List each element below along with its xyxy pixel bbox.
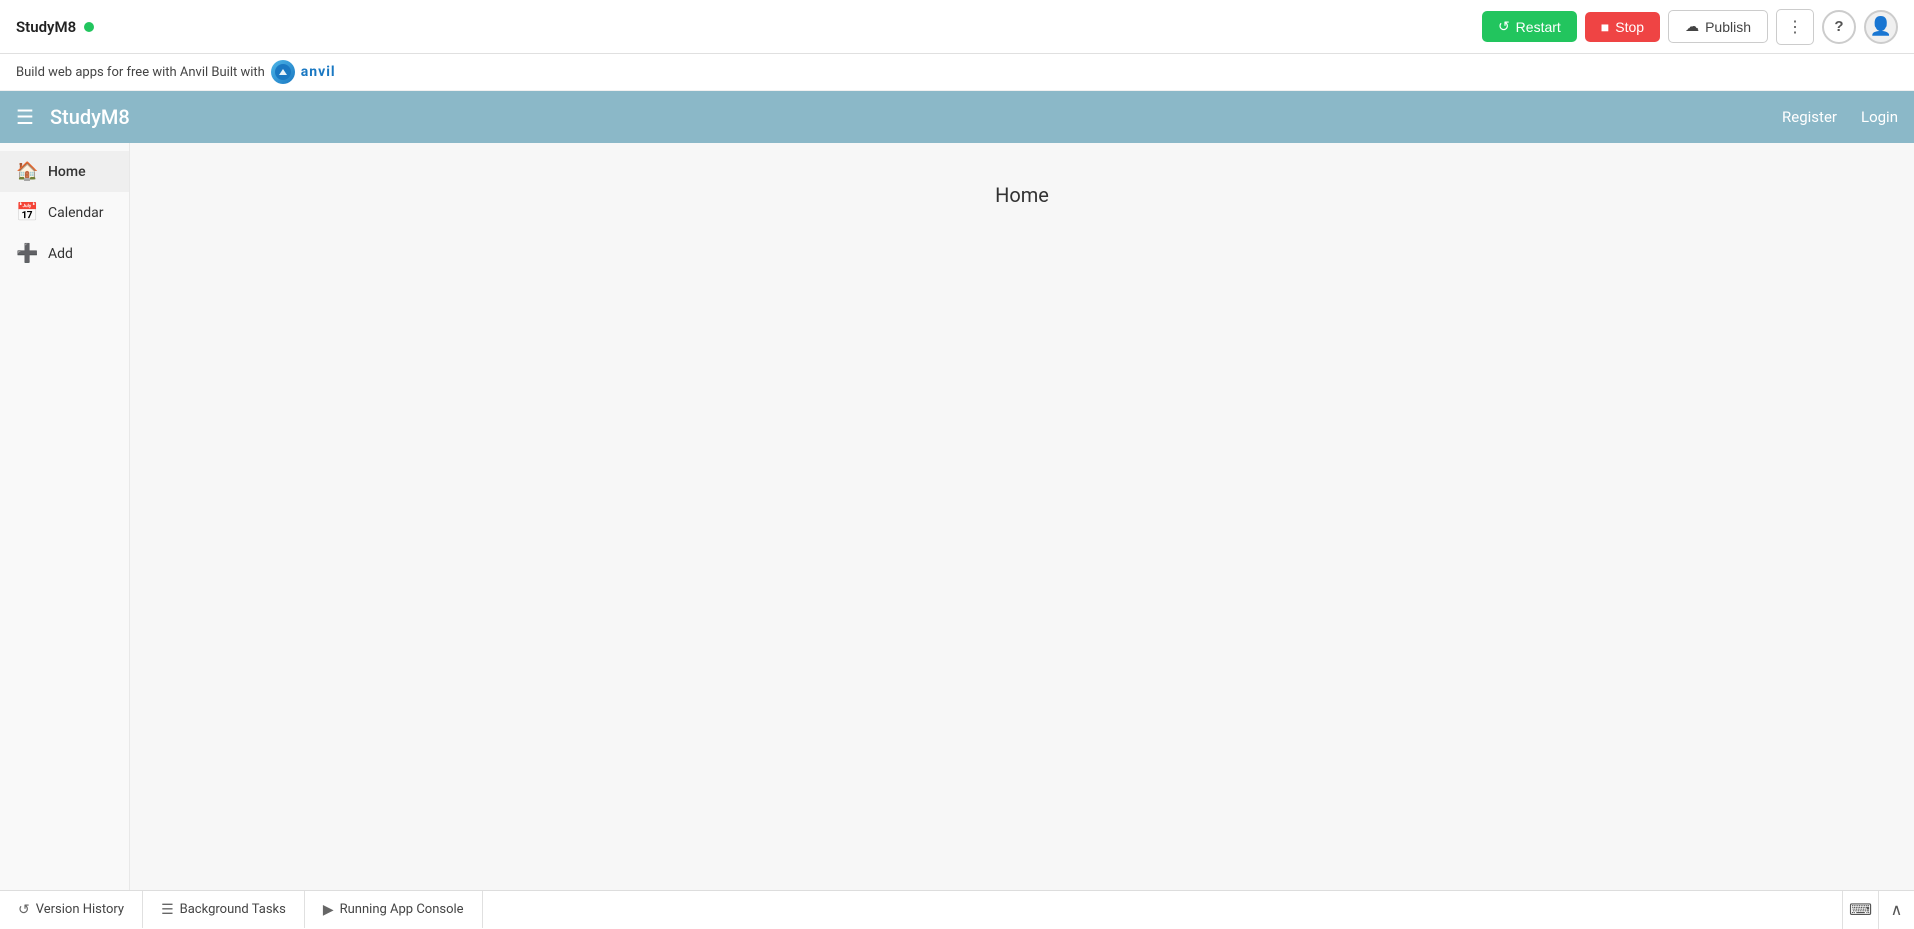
more-icon: ⋮ <box>1787 19 1803 36</box>
version-history-tab[interactable]: ↺ Version History <box>0 891 143 928</box>
avatar-icon: 👤 <box>1870 16 1892 37</box>
preview-area: ☰ StudyM8 Register Login 🏠 Home 📅 Calend… <box>0 91 1914 890</box>
stop-label: Stop <box>1615 19 1644 35</box>
menu-hamburger-icon[interactable]: ☰ <box>16 105 34 129</box>
publish-icon: ☁ <box>1685 18 1699 35</box>
restart-button[interactable]: ↺ Restart <box>1482 11 1577 42</box>
collapse-icon: ∧ <box>1891 900 1903 920</box>
toolbar-right: ↺ Restart ■ Stop ☁ Publish ⋮ ? 👤 <box>1482 9 1898 45</box>
app-navbar: ☰ StudyM8 Register Login <box>0 91 1914 143</box>
running-app-icon: ▶ <box>323 902 334 918</box>
app-navbar-title: StudyM8 <box>50 105 1782 129</box>
sidebar-item-home[interactable]: 🏠 Home <box>0 151 129 192</box>
sidebar-item-calendar[interactable]: 📅 Calendar <box>0 192 129 233</box>
sidebar-calendar-label: Calendar <box>48 205 104 221</box>
sidebar-add-label: Add <box>48 246 73 262</box>
add-icon: ➕ <box>16 243 38 264</box>
publish-label: Publish <box>1705 19 1751 35</box>
app-content: 🏠 Home 📅 Calendar ➕ Add Home <box>0 143 1914 890</box>
restart-label: Restart <box>1516 19 1561 35</box>
background-tasks-tab[interactable]: ☰ Background Tasks <box>143 891 305 928</box>
stop-icon: ■ <box>1601 19 1609 35</box>
restart-icon: ↺ <box>1498 18 1510 35</box>
top-toolbar: StudyM8 ↺ Restart ■ Stop ☁ Publish ⋮ ? 👤 <box>0 0 1914 54</box>
app-sidebar: 🏠 Home 📅 Calendar ➕ Add <box>0 143 130 890</box>
bottom-bar: ↺ Version History ☰ Background Tasks ▶ R… <box>0 890 1914 928</box>
status-indicator <box>84 22 94 32</box>
running-app-console-tab[interactable]: ▶ Running App Console <box>305 891 483 928</box>
running-app-console-label: Running App Console <box>340 902 464 917</box>
banner-text: Build web apps for free with Anvil Built… <box>16 65 265 80</box>
register-link[interactable]: Register <box>1782 108 1837 126</box>
terminal-button[interactable]: ⌨ <box>1842 891 1878 929</box>
stop-button[interactable]: ■ Stop <box>1585 12 1660 42</box>
anvil-logo-text: anvil <box>301 64 336 80</box>
version-history-icon: ↺ <box>18 902 30 918</box>
avatar-button[interactable]: 👤 <box>1864 10 1898 44</box>
page-title: Home <box>995 183 1049 207</box>
help-icon: ? <box>1834 18 1843 35</box>
version-history-label: Version History <box>36 902 124 917</box>
publish-button[interactable]: ☁ Publish <box>1668 10 1768 43</box>
sidebar-item-add[interactable]: ➕ Add <box>0 233 129 274</box>
app-title: StudyM8 <box>16 18 76 36</box>
app-name-area: StudyM8 <box>16 18 94 36</box>
more-button[interactable]: ⋮ <box>1776 9 1814 45</box>
app-navbar-right: Register Login <box>1782 108 1898 126</box>
background-tasks-label: Background Tasks <box>180 902 286 917</box>
help-button[interactable]: ? <box>1822 10 1856 44</box>
sidebar-home-label: Home <box>48 164 86 180</box>
home-icon: 🏠 <box>16 161 38 182</box>
login-link[interactable]: Login <box>1861 108 1898 126</box>
calendar-icon: 📅 <box>16 202 38 223</box>
background-tasks-icon: ☰ <box>161 902 174 918</box>
anvil-logo-icon <box>271 60 295 84</box>
collapse-button[interactable]: ∧ <box>1878 891 1914 929</box>
anvil-banner: Build web apps for free with Anvil Built… <box>0 54 1914 91</box>
bottom-right-actions: ⌨ ∧ <box>1842 891 1914 929</box>
app-main: Home <box>130 143 1914 890</box>
terminal-icon: ⌨ <box>1849 900 1872 920</box>
